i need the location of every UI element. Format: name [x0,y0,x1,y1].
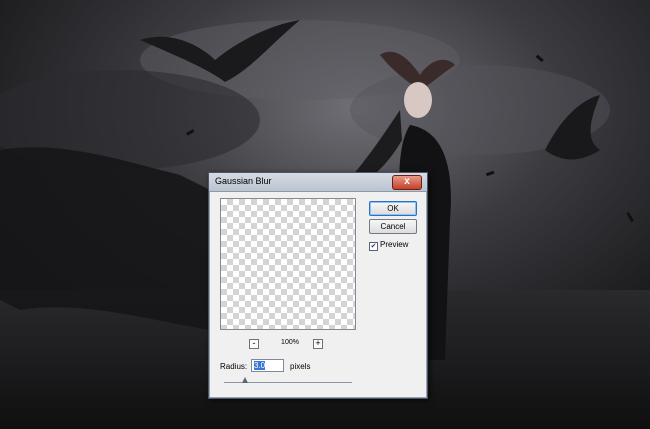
preview-checkbox[interactable]: ✔ [369,242,378,251]
radius-label: Radius: [220,362,248,371]
blur-preview-area[interactable] [220,198,356,330]
close-icon: x [404,176,410,187]
radius-input[interactable]: 3.0 [251,359,284,372]
radius-slider-thumb[interactable] [242,377,248,383]
dialog-titlebar[interactable]: Gaussian Blur x [209,173,427,192]
close-button[interactable]: x [392,175,422,190]
radius-unit: pixels [290,362,311,371]
preview-checkbox-label: Preview [380,240,409,249]
cancel-button[interactable]: Cancel [369,219,417,234]
zoom-level: 100% [281,339,299,346]
gaussian-blur-dialog: Gaussian Blur x - 100% + OK Cancel ✔ Pre… [208,172,428,399]
radius-value: 3.0 [254,361,266,370]
checkmark-icon: ✔ [370,243,377,250]
dialog-title: Gaussian Blur [215,176,272,186]
dialog-body: - 100% + OK Cancel ✔ Preview Radius: 3.0… [210,192,426,397]
ok-button[interactable]: OK [369,201,417,216]
zoom-in-button[interactable]: + [313,339,323,349]
minus-icon: - [252,338,256,348]
zoom-out-button[interactable]: - [249,339,259,349]
plus-icon: + [315,338,321,348]
